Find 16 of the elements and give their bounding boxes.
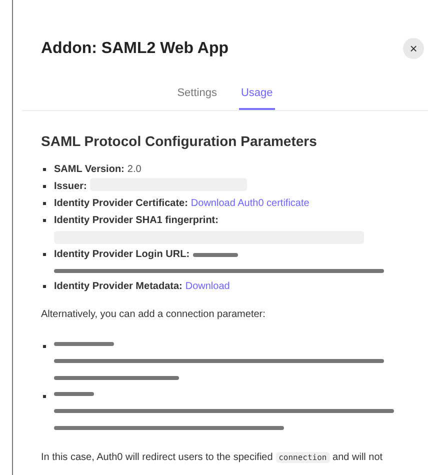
tab[interactable]: Usage <box>238 83 275 110</box>
note-text: In this case, Auth0 will redirect users to the specified connection and will not <box>41 451 384 465</box>
tab[interactable]: Settings <box>175 83 219 110</box>
parameter-value: 2.0 <box>127 163 142 177</box>
download-link[interactable]: Download Auth0 certificate <box>190 195 310 212</box>
parameter-label: Identity Provider SHA1 fingerprint: <box>54 214 220 228</box>
download-link[interactable]: Download <box>185 278 230 295</box>
dialog-title: Addon: SAML2 Web App <box>41 40 229 58</box>
section-heading: SAML Protocol Configuration Parameters <box>41 133 318 149</box>
parameter-label: Identity Provider Certificate: <box>54 197 188 211</box>
intro-text: Alternatively, you can add a connection parameter: <box>41 309 266 320</box>
parameter-label: Identity Provider Login URL: <box>54 248 190 262</box>
parameter-label: Issuer: <box>54 180 87 194</box>
parameter-label: Identity Provider Metadata: <box>54 280 182 294</box>
parameter-label: SAML Version: <box>54 163 124 177</box>
close-button[interactable]: × <box>403 38 424 59</box>
